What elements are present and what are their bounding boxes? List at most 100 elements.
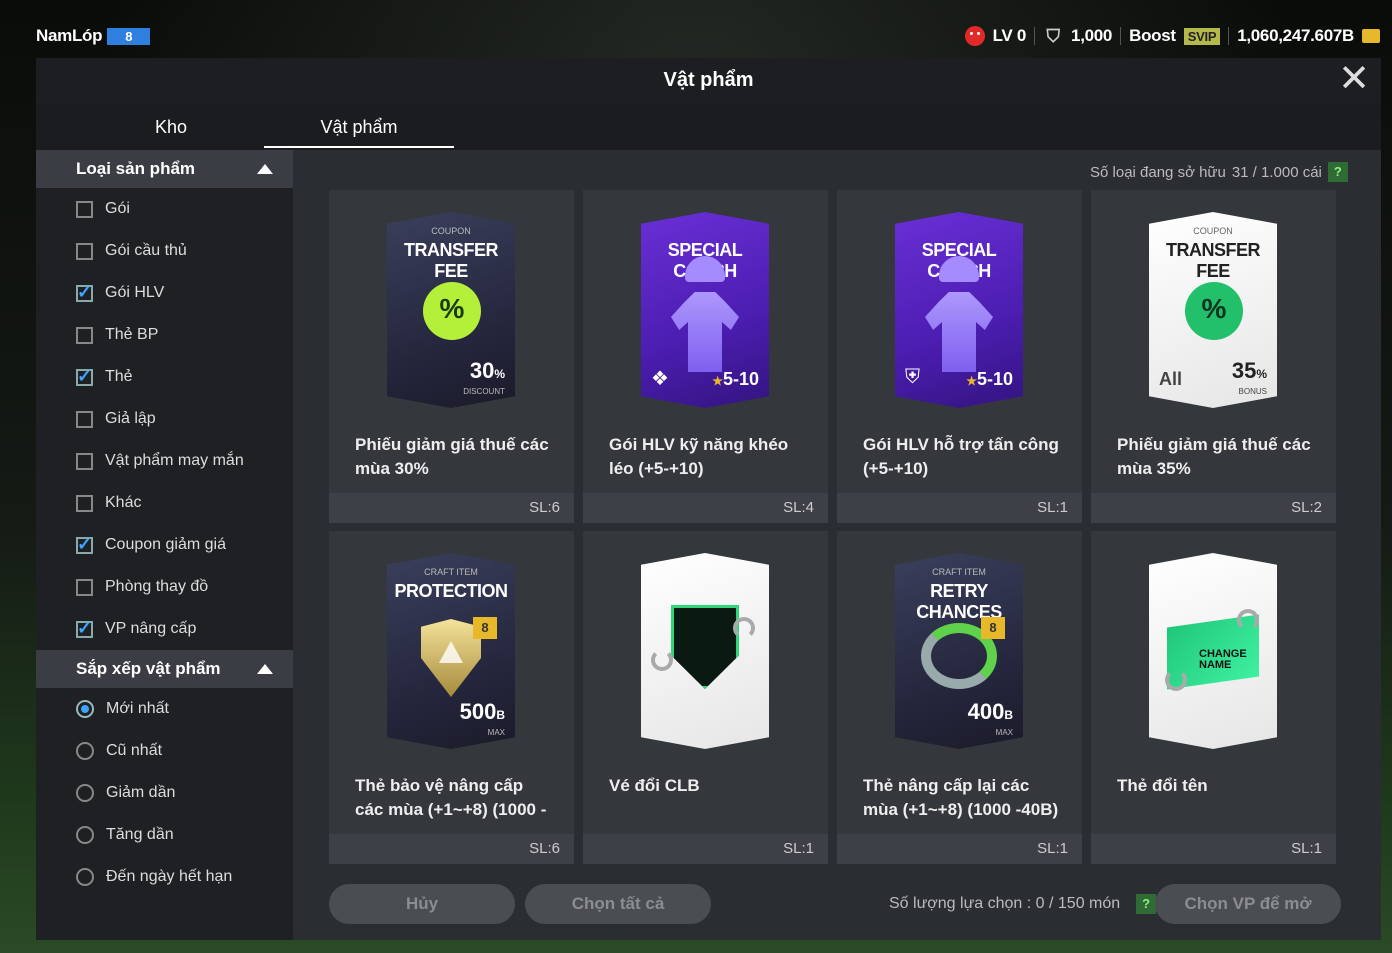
radio-icon[interactable]	[76, 784, 94, 802]
checkbox-icon[interactable]	[76, 200, 93, 218]
tab-kho[interactable]: Kho	[76, 104, 266, 150]
select-all-button[interactable]: Chọn tất cả	[525, 884, 711, 924]
value-unit: B	[1004, 708, 1013, 722]
filter-option[interactable]: Phòng thay đồ	[36, 566, 293, 608]
star-range: ★5-10	[966, 369, 1013, 389]
protection-art: CRAFT ITEM PROTECTION 8 500B MAX	[387, 553, 515, 749]
value-unit: %	[494, 367, 505, 381]
value-unit: %	[1256, 367, 1267, 381]
checkbox-checked-icon[interactable]	[76, 618, 93, 639]
item-card[interactable]: COUPON TRANSFER FEE % 30% DISCOUNT Phiếu…	[329, 190, 574, 523]
item-qty: SL:6	[329, 834, 574, 864]
sort-option[interactable]: Đến ngày hết hạn	[36, 856, 293, 898]
checkbox-icon[interactable]	[76, 578, 93, 596]
sort-option-label: Tăng dần	[106, 826, 174, 843]
radio-icon[interactable]	[76, 868, 94, 886]
boost-label: Boost	[1129, 26, 1176, 45]
coin-value: 1,060,247.607B	[1237, 26, 1354, 45]
item-card[interactable]: SPECIAL COACH ❖ ★5-10 Gói HLV kỹ năng kh…	[583, 190, 828, 523]
selection-count-label: Số lượng lựa chọn : 0 / 150 món	[889, 895, 1121, 912]
item-card[interactable]: CRAFT ITEM PROTECTION 8 500B MAX Thẻ bảo…	[329, 531, 574, 864]
collapse-triangle-icon	[257, 164, 273, 174]
token-value: 1,000	[1071, 26, 1113, 45]
filter-option[interactable]: Gói	[36, 188, 293, 230]
sort-option-label: Giảm dần	[106, 784, 176, 801]
checkbox-checked-icon[interactable]	[76, 282, 93, 303]
sort-option[interactable]: Mới nhất	[36, 688, 293, 730]
divider	[1120, 27, 1122, 45]
coach-art: SPECIAL COACH ⛨ ★5-10	[895, 212, 1023, 408]
art-caption: COUPON	[431, 226, 471, 236]
sort-option[interactable]: Cũ nhất	[36, 730, 293, 772]
value-number: 400	[967, 699, 1005, 724]
cancel-button[interactable]: Hủy	[329, 884, 515, 924]
level-badge: 8	[473, 617, 497, 639]
item-card[interactable]: SPECIAL COACH ⛨ ★5-10 Gói HLV hỗ trợ tấn…	[837, 190, 1082, 523]
filter-option[interactable]: Vật phẩm may mắn	[36, 440, 293, 482]
radio-icon[interactable]	[76, 742, 94, 760]
item-title: Thẻ đổi tên	[1117, 776, 1208, 795]
panel-title: Vật phẩm	[663, 69, 754, 91]
art-value: 500B	[460, 699, 505, 725]
shield-token-icon: ⛉	[1046, 26, 1060, 46]
filter-option[interactable]: Giả lập	[36, 398, 293, 440]
filter-option[interactable]: VP nâng cấp	[36, 608, 293, 650]
radio-selected-icon[interactable]	[76, 700, 94, 718]
panel-header: Vật phẩm ✕	[36, 58, 1381, 104]
filter-option[interactable]: Khác	[36, 482, 293, 524]
checkbox-icon[interactable]	[76, 452, 93, 470]
checkbox-icon[interactable]	[76, 326, 93, 344]
checkbox-checked-icon[interactable]	[76, 534, 93, 555]
item-qty: SL:2	[1091, 493, 1336, 523]
checkbox-checked-icon[interactable]	[76, 366, 93, 387]
radio-icon[interactable]	[76, 826, 94, 844]
filter-option-label: VP nâng cấp	[105, 620, 197, 637]
inventory-panel: Vật phẩm ✕ Kho Vật phẩm Loại sản phẩm Gó…	[36, 58, 1381, 940]
item-card[interactable]: COUPON TRANSFER FEE % All 35% BONUS Phiế…	[1091, 190, 1336, 523]
filter-option[interactable]: Coupon giảm giá	[36, 524, 293, 566]
retry-art: CRAFT ITEM RETRY CHANCES 8 400B MAX	[895, 553, 1023, 749]
art-value: 400B	[968, 699, 1013, 725]
item-title: Thẻ nâng cấp lại các mùa (+1~+8) (1000 -…	[863, 776, 1059, 819]
checkbox-icon[interactable]	[76, 410, 93, 428]
help-icon[interactable]: ?	[1136, 894, 1157, 914]
item-title: Gói HLV hỗ trợ tấn công (+5-+10)	[863, 435, 1059, 478]
item-qty: SL:6	[329, 493, 574, 523]
item-card[interactable]: CRAFT ITEM RETRY CHANCES 8 400B MAX Thẻ …	[837, 531, 1082, 864]
help-icon[interactable]: ?	[1327, 162, 1348, 182]
filter-option[interactable]: Gói HLV	[36, 272, 293, 314]
sort-option[interactable]: Tăng dần	[36, 814, 293, 856]
lock-icon: ⛨	[905, 366, 920, 388]
art-title: PROTECTION	[394, 581, 508, 601]
ticket-text: CHANGE NAME	[1199, 648, 1247, 671]
svip-badge: SVIP	[1183, 27, 1221, 45]
tab-vat-pham[interactable]: Vật phẩm	[264, 104, 454, 150]
coupon-art: COUPON TRANSFER FEE % All 35% BONUS	[1149, 212, 1277, 408]
swap-arrow-icon	[1165, 669, 1187, 691]
checkbox-icon[interactable]	[76, 242, 93, 260]
sort-option[interactable]: Giảm dần	[36, 772, 293, 814]
art-caption: COUPON	[1193, 226, 1233, 236]
filter-option[interactable]: Thẻ	[36, 356, 293, 398]
item-card[interactable]: CHANGE NAME Thẻ đổi tên SL:1	[1091, 531, 1336, 864]
filter-option[interactable]: Thẻ BP	[36, 314, 293, 356]
checkbox-icon[interactable]	[76, 494, 93, 512]
close-button[interactable]: ✕	[1337, 60, 1371, 98]
filter-option[interactable]: Gói cầu thủ	[36, 230, 293, 272]
art-subcaption: BONUS	[1238, 387, 1267, 396]
sort-header[interactable]: Sắp xếp vật phẩm	[36, 650, 293, 688]
currency-stats: LV 0 ⛉ 1,000 Boost SVIP 1,060,247.607B	[964, 26, 1380, 46]
item-qty: SL:1	[1091, 834, 1336, 864]
item-card[interactable]: Vé đổi CLB SL:1	[583, 531, 828, 864]
club-change-art	[641, 553, 769, 749]
star-range: ★5-10	[712, 369, 759, 389]
type-filter-header[interactable]: Loại sản phẩm	[36, 150, 293, 188]
open-items-button[interactable]: Chọn VP để mở	[1155, 884, 1341, 924]
item-qty: SL:1	[583, 834, 828, 864]
change-name-art: CHANGE NAME	[1149, 553, 1277, 749]
filter-option-label: Gói	[105, 200, 130, 217]
value-number: 500	[459, 699, 497, 724]
swap-arrow-icon	[733, 617, 755, 639]
swap-arrow-icon	[1237, 609, 1259, 631]
art-value: 30%	[470, 358, 505, 384]
